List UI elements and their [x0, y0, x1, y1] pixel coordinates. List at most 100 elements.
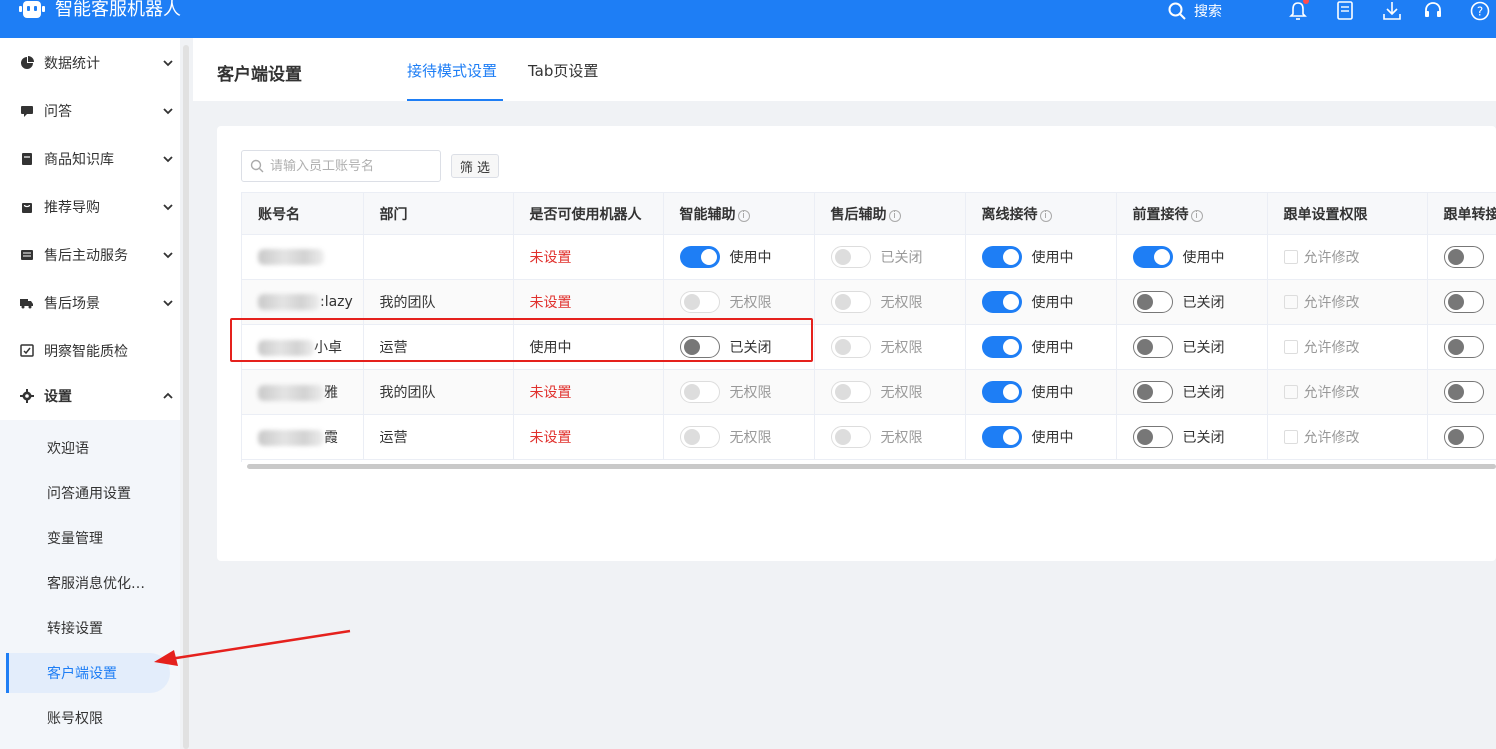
offline-reception-toggle[interactable]: [981, 291, 1022, 313]
global-search[interactable]: 搜索: [1168, 0, 1222, 22]
checkbox-label: 允许修改: [1303, 340, 1360, 356]
sidebar-item-quality-check[interactable]: 明察智能质检: [0, 331, 180, 371]
chevron-down-icon: [163, 300, 173, 307]
submenu-item-account-permissions[interactable]: 账号权限: [0, 698, 180, 738]
follow-transfer-toggle[interactable]: [1443, 381, 1484, 403]
aftersale-assist-toggle[interactable]: [830, 426, 871, 448]
svg-text:?: ?: [1477, 5, 1483, 19]
tab-reception-mode[interactable]: 接待模式设置: [407, 60, 497, 81]
filter-button[interactable]: 筛 选: [451, 154, 499, 178]
submenu-item-label: 变量管理: [47, 531, 103, 547]
account-cell: 霞: [242, 414, 364, 460]
toggle-status-label: 已关闭: [1182, 430, 1225, 446]
allow-modify-checkbox[interactable]: [1283, 340, 1298, 354]
follow-transfer-toggle[interactable]: [1443, 336, 1484, 358]
toggle-status-label: 已关闭: [880, 250, 923, 266]
chevron-down-icon: [163, 108, 173, 115]
sidebar-item-label: 明察智能质检: [44, 344, 128, 360]
smart-assist-toggle[interactable]: [679, 426, 720, 448]
sidebar-item-aftersale-service[interactable]: 售后主动服务: [0, 235, 180, 275]
robot-status: 未设置: [513, 234, 664, 280]
front-reception-toggle[interactable]: [1132, 336, 1173, 358]
front-reception-toggle[interactable]: [1132, 426, 1173, 448]
account-name: 霞: [324, 430, 338, 446]
active-tab-indicator: [407, 99, 503, 101]
submenu-item-client-settings[interactable]: 客户端设置: [6, 653, 170, 693]
search-icon: [250, 159, 264, 173]
smart-assist-toggle[interactable]: [679, 291, 720, 313]
offline-reception-toggle[interactable]: [981, 381, 1022, 403]
notification-button[interactable]: [1287, 0, 1309, 22]
aftersale-assist-cell: 无权限: [814, 414, 966, 460]
aftersale-assist-cell: 无权限: [814, 324, 966, 370]
sidebar-item-product-kb[interactable]: 商品知识库: [0, 139, 180, 179]
offline-reception-cell: 使用中: [965, 234, 1117, 280]
follow-transfer-cell: [1427, 414, 1496, 460]
sidebar-item-stats[interactable]: 数据统计: [0, 43, 180, 83]
document-button[interactable]: [1334, 0, 1356, 22]
submenu-item-welcome[interactable]: 欢迎语: [0, 428, 180, 468]
follow-transfer-toggle[interactable]: [1443, 426, 1484, 448]
customer-service-button[interactable]: [1422, 0, 1444, 22]
toggle-status-label: 无权限: [880, 430, 923, 446]
offline-reception-toggle[interactable]: [981, 246, 1022, 268]
employee-search-field[interactable]: [241, 150, 441, 182]
checkbox-label: 允许修改: [1303, 295, 1360, 311]
table-row: 雅 我的团队 未设置 无权限 无权限 使用中 已关闭 允许修改: [242, 369, 1496, 415]
allow-modify-checkbox[interactable]: [1283, 250, 1298, 264]
smart-assist-toggle[interactable]: [679, 381, 720, 403]
info-icon[interactable]: i: [1190, 209, 1203, 222]
submenu-item-variables[interactable]: 变量管理: [0, 518, 180, 558]
aftersale-assist-toggle[interactable]: [830, 381, 871, 403]
column-header: 跟单设置权限: [1267, 192, 1428, 235]
submenu-item-label: 账号权限: [47, 711, 103, 727]
monitor-check-icon: [20, 344, 34, 357]
help-button[interactable]: ?: [1469, 0, 1491, 22]
offline-reception-toggle[interactable]: [981, 336, 1022, 358]
aftersale-assist-toggle[interactable]: [830, 336, 871, 358]
follow-transfer-toggle[interactable]: [1443, 291, 1484, 313]
column-header: 智能辅助 i: [663, 192, 815, 235]
info-icon[interactable]: i: [737, 209, 750, 222]
sidebar-item-label: 设置: [44, 389, 72, 405]
aftersale-assist-toggle[interactable]: [830, 291, 871, 313]
chevron-down-icon: [163, 156, 173, 163]
column-header: 离线接待 i: [965, 192, 1117, 235]
sidebar-item-label: 售后场景: [44, 296, 100, 312]
chevron-down-icon: [163, 60, 173, 67]
redacted-account-name: [258, 249, 324, 265]
front-reception-toggle[interactable]: [1132, 246, 1173, 268]
allow-modify-checkbox[interactable]: [1283, 295, 1298, 309]
allow-modify-checkbox[interactable]: [1283, 430, 1298, 444]
offline-reception-toggle[interactable]: [981, 426, 1022, 448]
front-reception-toggle[interactable]: [1132, 381, 1173, 403]
submenu-item-message-optimize[interactable]: 客服消息优化…: [0, 563, 180, 603]
employee-search-input[interactable]: [270, 158, 430, 174]
download-button[interactable]: [1381, 0, 1403, 22]
follow-transfer-cell: [1427, 234, 1496, 280]
front-reception-toggle[interactable]: [1132, 291, 1173, 313]
department-cell: 运营: [363, 414, 514, 460]
sidebar-item-aftersale-scene[interactable]: 售后场景: [0, 283, 180, 323]
tab-tab-page[interactable]: Tab页设置: [528, 60, 598, 81]
page-header: 客户端设置 接待模式设置 Tab页设置: [193, 38, 1496, 101]
offline-reception-cell: 使用中: [965, 369, 1117, 415]
follow-transfer-toggle[interactable]: [1443, 246, 1484, 268]
pie-chart-icon: [21, 56, 34, 69]
aftersale-assist-toggle[interactable]: [830, 246, 871, 268]
sidebar-item-shopping-guide[interactable]: 推荐导购: [0, 187, 180, 227]
sidebar-item-settings[interactable]: 设置: [0, 376, 180, 416]
smart-assist-toggle[interactable]: [679, 246, 720, 268]
sidebar-item-qa[interactable]: 问答: [0, 91, 180, 131]
sidebar-item-label: 数据统计: [44, 56, 100, 72]
account-cell: 雅: [242, 369, 364, 415]
table-horizontal-scrollbar[interactable]: [247, 464, 1496, 469]
info-icon[interactable]: i: [1039, 209, 1052, 222]
allow-modify-checkbox[interactable]: [1283, 385, 1298, 399]
submenu-item-qa-general[interactable]: 问答通用设置: [0, 473, 180, 513]
info-icon[interactable]: i: [888, 209, 901, 222]
chat-icon: [21, 106, 33, 117]
department-cell: 我的团队: [363, 369, 514, 415]
follow-transfer-cell: [1427, 369, 1496, 415]
department-cell: [363, 234, 514, 280]
